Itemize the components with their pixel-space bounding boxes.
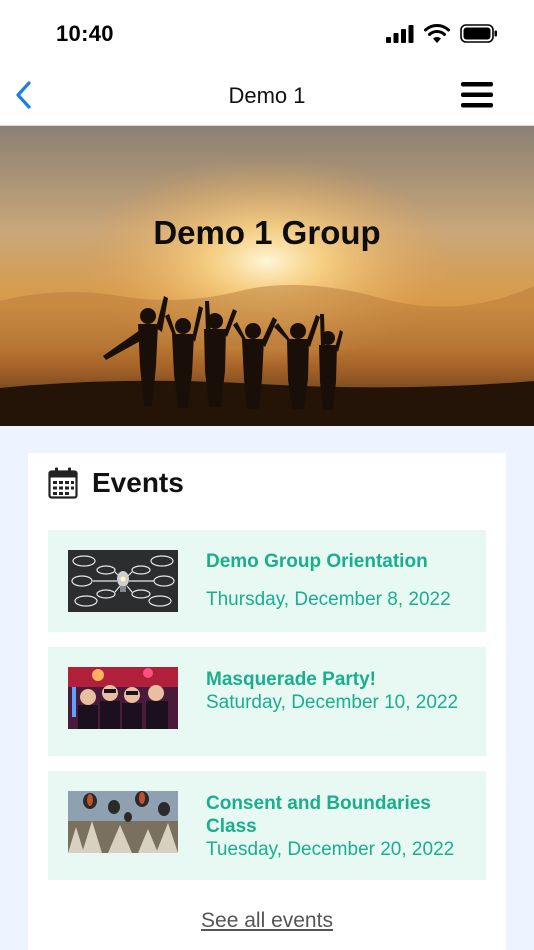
see-all-events-link[interactable]: See all events bbox=[28, 909, 506, 933]
status-icons bbox=[386, 24, 498, 43]
group-name-heading: Demo 1 Group bbox=[153, 214, 381, 251]
hero-image bbox=[0, 126, 534, 426]
lightbulb-mindmap-image bbox=[68, 550, 178, 612]
events-title: Events bbox=[92, 467, 184, 498]
event-item-consent-class[interactable]: Consent and Boundaries Class Tuesday, De… bbox=[48, 771, 486, 880]
balloons-landscape-image bbox=[68, 791, 178, 853]
events-card: Events Demo Group Orientation Thursday, … bbox=[28, 453, 506, 950]
event-name: Masquerade Party! bbox=[206, 669, 377, 690]
events-header: Events bbox=[48, 467, 184, 499]
event-date: Thursday, December 8, 2022 bbox=[206, 589, 451, 610]
wifi-icon bbox=[424, 24, 450, 43]
event-thumbnail bbox=[68, 550, 178, 612]
group-hero-banner: Demo 1 Group bbox=[0, 126, 534, 426]
hamburger-menu-icon bbox=[461, 82, 493, 108]
event-text: Masquerade Party! Saturday, December 10,… bbox=[206, 668, 476, 714]
menu-button[interactable] bbox=[460, 80, 494, 110]
status-time: 10:40 bbox=[56, 21, 114, 46]
event-name: Demo Group Orientation bbox=[206, 551, 428, 572]
event-date: Saturday, December 10, 2022 bbox=[206, 692, 459, 713]
event-text: Demo Group Orientation Thursday, Decembe… bbox=[206, 550, 476, 611]
event-thumbnail bbox=[68, 791, 178, 853]
party-photo-image bbox=[68, 667, 178, 729]
status-bar: 10:40 bbox=[0, 0, 534, 64]
page-title: Demo 1 bbox=[228, 83, 306, 108]
event-date: Tuesday, December 20, 2022 bbox=[206, 839, 455, 860]
event-item-masquerade[interactable]: Masquerade Party! Saturday, December 10,… bbox=[48, 647, 486, 756]
event-text: Consent and Boundaries Class Tuesday, De… bbox=[206, 792, 476, 861]
event-name: Consent and Boundaries Class bbox=[206, 793, 431, 837]
battery-icon bbox=[460, 24, 497, 43]
event-thumbnail bbox=[68, 667, 178, 729]
navigation-bar: Demo 1 bbox=[0, 64, 534, 126]
calendar-icon bbox=[48, 467, 78, 499]
cellular-signal-icon bbox=[386, 24, 414, 43]
event-item-orientation[interactable]: Demo Group Orientation Thursday, Decembe… bbox=[48, 530, 486, 632]
